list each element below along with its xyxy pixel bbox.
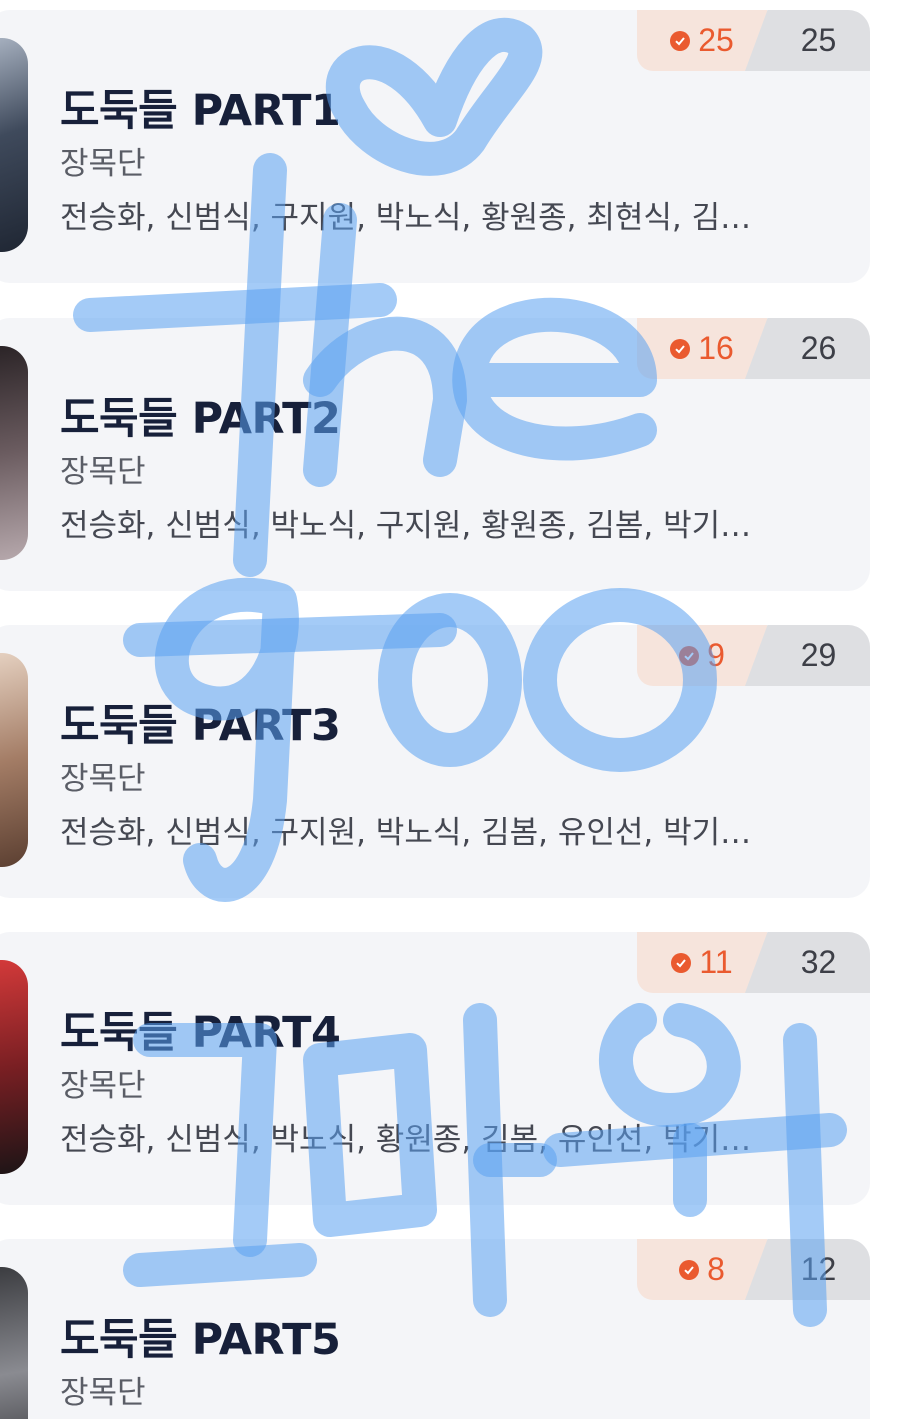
episode-title: 도둑들 PART4 — [60, 1008, 341, 1058]
check-circle-icon — [671, 952, 692, 973]
episode-cast: 전승화, 신범식, 구지원, 박노식, 김봄, 유인선, 박기… — [60, 815, 752, 851]
episode-cast: 전승화, 신범식, 구지원, 박노식, 황원종, 최현식, 김… — [60, 200, 752, 236]
episode-cast: 전승화, 신범식, 박노식, 황원종, 김봄, 유인선, 박기… — [60, 1122, 752, 1158]
episode-thumbnail — [0, 960, 28, 1174]
episode-card-5[interactable]: 8 12 도둑들 PART5 장목단 — [0, 1239, 870, 1419]
episode-thumbnail — [0, 38, 28, 252]
episode-thumbnail — [0, 653, 28, 867]
episode-count-badge: 8 12 — [637, 1239, 870, 1300]
episode-author: 장목단 — [60, 1375, 146, 1411]
seen-count-value: 11 — [699, 944, 733, 980]
episode-count-badge: 11 32 — [637, 932, 870, 993]
episode-count-badge: 16 26 — [637, 318, 870, 379]
episode-card-3[interactable]: 9 29 도둑들 PART3 장목단 전승화, 신범식, 구지원, 박노식, 김… — [0, 625, 870, 898]
episode-thumbnail — [0, 1267, 28, 1419]
check-circle-icon — [670, 338, 691, 359]
episode-card-2[interactable]: 16 26 도둑들 PART2 장목단 전승화, 신범식, 박노식, 구지원, … — [0, 318, 870, 591]
seen-count-value: 16 — [698, 330, 734, 366]
episode-count-badge: 25 25 — [637, 10, 870, 71]
episode-author: 장목단 — [60, 454, 146, 490]
episode-list-page: 25 25 도둑들 PART1 장목단 전승화, 신범식, 구지원, 박노식, … — [0, 0, 902, 1419]
seen-count: 16 — [637, 318, 767, 379]
episode-title: 도둑들 PART1 — [60, 86, 341, 136]
check-circle-icon — [670, 30, 691, 51]
seen-count-value: 25 — [698, 22, 734, 58]
episode-thumbnail — [0, 346, 28, 560]
episode-title: 도둑들 PART2 — [60, 394, 341, 444]
seen-count: 9 — [637, 625, 767, 686]
check-circle-icon — [679, 645, 700, 666]
episode-card-4[interactable]: 11 32 도둑들 PART4 장목단 전승화, 신범식, 박노식, 황원종, … — [0, 932, 870, 1205]
episode-card-1[interactable]: 25 25 도둑들 PART1 장목단 전승화, 신범식, 구지원, 박노식, … — [0, 10, 870, 283]
episode-title: 도둑들 PART3 — [60, 701, 341, 751]
seen-count-value: 9 — [707, 637, 725, 673]
top-divider — [0, 0, 902, 4]
check-circle-icon — [679, 1259, 700, 1280]
seen-count: 25 — [637, 10, 767, 71]
episode-title: 도둑들 PART5 — [60, 1315, 341, 1365]
episode-author: 장목단 — [60, 761, 146, 797]
seen-count: 8 — [637, 1239, 767, 1300]
episode-author: 장목단 — [60, 146, 146, 182]
episode-author: 장목단 — [60, 1068, 146, 1104]
episode-count-badge: 9 29 — [637, 625, 870, 686]
seen-count-value: 8 — [707, 1251, 725, 1287]
episode-cast: 전승화, 신범식, 박노식, 구지원, 황원종, 김봄, 박기… — [60, 508, 752, 544]
seen-count: 11 — [637, 932, 767, 993]
